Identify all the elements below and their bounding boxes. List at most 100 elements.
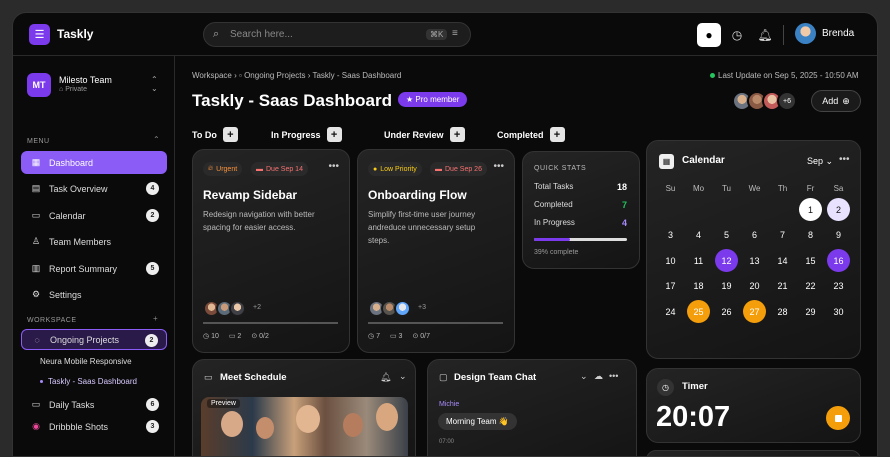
weekday-label: Su bbox=[665, 184, 676, 193]
team-visibility: ⌂ Private bbox=[59, 86, 87, 93]
sidebar-item-daily-tasks[interactable]: ▭ Daily Tasks 6 bbox=[21, 393, 167, 416]
calendar-day[interactable]: 26 bbox=[715, 300, 738, 323]
calendar-day[interactable]: 21 bbox=[771, 275, 794, 298]
chevron-updown-icon[interactable]: ⌃ ⌄ bbox=[151, 75, 158, 93]
cloud-icon[interactable]: ☁ bbox=[594, 371, 603, 382]
more-icon[interactable]: ••• bbox=[328, 161, 339, 172]
active-dot bbox=[40, 380, 43, 384]
more-icon[interactable]: ••• bbox=[493, 161, 504, 172]
record-button[interactable]: ● bbox=[697, 23, 721, 47]
calendar-day[interactable]: 16 bbox=[827, 249, 850, 272]
calendar-day[interactable]: 20 bbox=[743, 275, 766, 298]
calendar-day[interactable]: 25 bbox=[687, 300, 710, 323]
list-icon: ▤ bbox=[31, 183, 41, 193]
calendar-day[interactable]: 23 bbox=[827, 275, 850, 298]
assignees[interactable]: +2 bbox=[203, 300, 273, 318]
calendar-day[interactable]: 18 bbox=[687, 275, 710, 298]
calendar-day[interactable]: 29 bbox=[799, 300, 822, 323]
sidebar-item-task-overview[interactable]: ▤ Task Overview 4 bbox=[21, 177, 167, 200]
stat-completed: Completed 7 bbox=[534, 200, 627, 210]
calendar-day[interactable]: 13 bbox=[743, 249, 766, 272]
calendar-day[interactable]: 2 bbox=[827, 198, 850, 221]
sidebar-item-settings[interactable]: ⚙ Settings bbox=[21, 283, 167, 306]
stop-button[interactable] bbox=[826, 406, 850, 430]
app-window: ☰ Taskly ⌕ Search here... ⌘K ≡ ● ◷ 🔔︎ Br… bbox=[12, 12, 878, 457]
user-name[interactable]: Brenda bbox=[822, 28, 854, 39]
clock-icon[interactable]: ◷ bbox=[725, 23, 749, 47]
task-description: Simplify first-time user journey andredu… bbox=[368, 210, 476, 245]
calendar-day[interactable]: 19 bbox=[715, 275, 738, 298]
user-icon: ♙ bbox=[31, 236, 41, 246]
calendar-day[interactable]: 12 bbox=[715, 249, 738, 272]
calendar-day[interactable]: 27 bbox=[743, 300, 766, 323]
chevron-down-icon[interactable]: ⌄ bbox=[580, 371, 588, 382]
avatar[interactable] bbox=[795, 23, 816, 44]
add-task-button[interactable]: + bbox=[326, 127, 342, 142]
task-card[interactable]: 🔥︎ Urgent ▬ Due Sep 14 ••• Revamp Sidebar … bbox=[192, 149, 350, 353]
sidebar-item-dashboard[interactable]: ▦ Dashboard bbox=[21, 151, 167, 174]
calendar-day[interactable]: 1 bbox=[799, 198, 822, 221]
breadcrumb-page: Taskly - Saas Dashboard bbox=[312, 71, 402, 80]
task-title: Onboarding Flow bbox=[368, 188, 467, 202]
count-badge: 5 bbox=[146, 262, 159, 275]
folder-icon: ▭ bbox=[389, 333, 399, 340]
next-card bbox=[646, 450, 861, 456]
calendar-day[interactable]: 8 bbox=[799, 224, 822, 247]
timer-value: 20:07 bbox=[656, 401, 731, 433]
grid-icon: ▦ bbox=[31, 157, 41, 167]
sidebar-item-ongoing-projects[interactable]: ◌ Ongoing Projects 2 bbox=[21, 329, 167, 350]
calendar-title: Calendar bbox=[682, 155, 725, 166]
sidebar-item-team-members[interactable]: ♙ Team Members bbox=[21, 230, 167, 253]
more-members[interactable]: +6 bbox=[777, 91, 797, 111]
calendar-day[interactable]: 4 bbox=[687, 224, 710, 247]
calendar-day[interactable]: 11 bbox=[687, 249, 710, 272]
calendar-day[interactable]: 30 bbox=[827, 300, 850, 323]
calendar-day[interactable]: 28 bbox=[771, 300, 794, 323]
calendar-day[interactable]: 7 bbox=[771, 224, 794, 247]
count-badge: 2 bbox=[146, 209, 159, 222]
sidebar-item-report-summary[interactable]: ▥ Report Summary 5 bbox=[21, 257, 167, 280]
sidebar-item-calendar[interactable]: ▭ Calendar 2 bbox=[21, 204, 167, 227]
member-avatars[interactable]: +6 bbox=[732, 91, 797, 111]
clock-icon: ◷ bbox=[368, 333, 377, 340]
folder-icon: ▭ bbox=[31, 399, 41, 409]
calendar-day[interactable]: 5 bbox=[715, 224, 738, 247]
bell-icon[interactable]: 🔔︎ bbox=[753, 23, 777, 47]
chevron-down-icon[interactable]: ⌄ bbox=[399, 371, 407, 382]
page-title: Taskly - Saas Dashboard bbox=[192, 91, 392, 110]
sidebar-item-dribbble-shots[interactable]: ◉ Dribbble Shots 3 bbox=[21, 415, 167, 438]
filter-icon[interactable]: ≡ bbox=[452, 28, 458, 39]
breadcrumb-folder[interactable]: Ongoing Projects bbox=[244, 71, 305, 80]
assignees[interactable]: +3 bbox=[368, 300, 438, 318]
calendar-card: ▦ Calendar Sep ⌄ ••• Su Mo Tu We Th Fr Sa 1 2 3 4 5… bbox=[646, 140, 861, 359]
calendar-day[interactable]: 17 bbox=[659, 275, 682, 298]
breadcrumb: Workspace › ▫ Ongoing Projects › Taskly … bbox=[192, 71, 401, 80]
sidebar-subitem-neura[interactable]: Neura Mobile Responsive bbox=[40, 357, 132, 366]
add-task-button[interactable]: + bbox=[449, 127, 465, 142]
collapse-icon[interactable]: ⌃ bbox=[153, 135, 160, 144]
add-workspace-icon[interactable]: + bbox=[153, 314, 158, 323]
breadcrumb-root[interactable]: Workspace bbox=[192, 71, 232, 80]
add-task-button[interactable]: + bbox=[222, 127, 238, 142]
month-select[interactable]: Sep ⌄ bbox=[807, 156, 833, 167]
search-input[interactable]: ⌕ Search here... ⌘K ≡ bbox=[203, 22, 471, 47]
calendar-day[interactable]: 15 bbox=[799, 249, 822, 272]
chat-icon: ▢ bbox=[439, 372, 448, 382]
calendar-day[interactable]: 9 bbox=[827, 224, 850, 247]
more-icon[interactable]: ••• bbox=[839, 154, 850, 165]
calendar-day[interactable]: 3 bbox=[659, 224, 682, 247]
add-button[interactable]: Add ⊕ bbox=[811, 90, 861, 112]
calendar-day[interactable]: 6 bbox=[743, 224, 766, 247]
calendar-day[interactable]: 22 bbox=[799, 275, 822, 298]
calendar-day[interactable]: 10 bbox=[659, 249, 682, 272]
task-card[interactable]: ● Low Priority ▬ Due Sep 26 ••• Onboarding… bbox=[357, 149, 515, 353]
calendar-day[interactable]: 24 bbox=[659, 300, 682, 323]
calendar-icon: ▬ bbox=[256, 165, 263, 173]
chat-username: Michie bbox=[439, 401, 460, 408]
calendar-day[interactable]: 14 bbox=[771, 249, 794, 272]
bell-icon[interactable]: 🔔︎ bbox=[380, 372, 391, 383]
count-badge: 2 bbox=[145, 334, 158, 347]
more-icon[interactable]: ••• bbox=[609, 371, 618, 381]
sidebar-subitem-taskly[interactable]: Taskly - Saas Dashboard bbox=[40, 377, 137, 386]
add-task-button[interactable]: + bbox=[549, 127, 565, 142]
